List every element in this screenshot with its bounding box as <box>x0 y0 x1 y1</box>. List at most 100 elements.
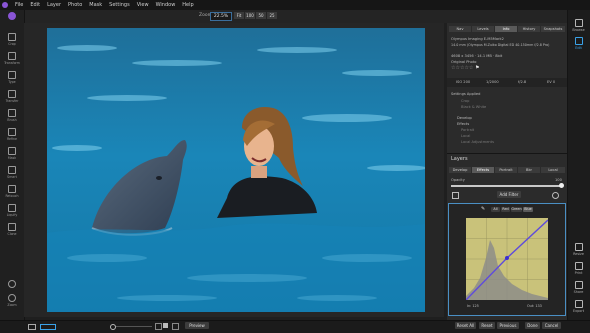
menu-photo[interactable]: Photo <box>68 2 82 8</box>
previous-button[interactable]: Previous <box>497 322 519 329</box>
exif-bar: ISO 200 1/2000 f/2.8 EV 0 <box>447 78 567 87</box>
zoom-slider-handle[interactable] <box>110 324 116 330</box>
channel-all[interactable]: All <box>491 207 500 212</box>
camera-model: Olympus Imaging E-M5Mark2 <box>451 37 504 41</box>
menu-layer[interactable]: Layer <box>47 2 61 8</box>
tool-refine[interactable]: Refine <box>0 128 24 141</box>
brush-icon <box>8 109 16 117</box>
app-switch[interactable] <box>0 12 24 20</box>
tool-mask[interactable]: Mask <box>0 147 24 160</box>
menu-help[interactable]: Help <box>182 2 193 8</box>
module-browse[interactable]: Browse <box>567 19 590 32</box>
zoom-25-button[interactable]: 25 <box>267 12 277 19</box>
settings-applied-header[interactable]: Settings Applied <box>451 92 480 96</box>
zoom-icon <box>8 294 16 302</box>
tool-transform[interactable]: Transform <box>0 52 24 65</box>
smart-icon <box>8 166 16 174</box>
tab-portrait[interactable]: Portrait <box>495 167 517 173</box>
menu-settings[interactable]: Settings <box>109 2 130 8</box>
settings-item-effects[interactable]: Effects <box>457 122 469 126</box>
retouch-icon <box>8 185 16 193</box>
settings-item-portrait: Portrait <box>461 128 475 132</box>
type-icon <box>8 71 16 79</box>
mask-icon <box>8 147 16 155</box>
camera-icon[interactable] <box>452 192 459 199</box>
menu-window[interactable]: Window <box>156 2 176 8</box>
tab-develop[interactable]: Develop <box>449 167 471 173</box>
info-tabs: Nav Levels Info History Snapshots <box>449 26 566 32</box>
photo-canvas[interactable] <box>47 28 425 312</box>
reset-button[interactable]: Reset <box>479 322 495 329</box>
tab-effects[interactable]: Effects <box>472 167 494 173</box>
settings-item-develop[interactable]: Develop <box>457 116 472 120</box>
tool-smart[interactable]: Smart <box>0 166 24 179</box>
tab-snapshots[interactable]: Snapshots <box>541 26 565 32</box>
single-view-icon[interactable] <box>28 324 36 330</box>
edit-icon <box>574 37 583 45</box>
crop-view-icon[interactable] <box>172 323 179 330</box>
clone-icon <box>8 223 16 231</box>
app-logo-icon <box>2 2 8 8</box>
tool-hand[interactable] <box>0 280 24 288</box>
zoom-50-button[interactable]: 50 <box>256 12 266 19</box>
tool-retouch[interactable]: Retouch <box>0 185 24 198</box>
tool-brush[interactable]: Brush <box>0 109 24 122</box>
module-share[interactable]: Share <box>567 281 590 294</box>
eyedropper-icon[interactable]: ✎ <box>481 207 485 212</box>
menu-edit[interactable]: Edit <box>30 2 40 8</box>
tool-liquify[interactable]: Liquify <box>0 204 24 217</box>
star-rating[interactable]: ☆☆☆☆☆ ⚑ <box>451 65 480 71</box>
curve-in-value: In: 125 <box>467 304 479 308</box>
compare-view-icon[interactable] <box>40 324 56 330</box>
tab-info[interactable]: Info <box>495 26 517 32</box>
layers-title: Layers <box>451 156 468 162</box>
zoom-100-button[interactable]: 100 <box>245 12 255 19</box>
preview-button[interactable]: Preview <box>185 322 209 329</box>
curve-graph[interactable] <box>466 218 548 300</box>
zoom-fit-button[interactable]: Fit <box>234 12 244 19</box>
liquify-icon <box>8 204 16 212</box>
lens-info: 14.0 mm (Olympus M.Zuiko Digital ED 40-1… <box>451 43 550 47</box>
opacity-slider-handle[interactable] <box>559 183 564 188</box>
tab-history[interactable]: History <box>518 26 540 32</box>
tab-bkr[interactable]: Bkr <box>518 167 540 173</box>
photo-image <box>47 28 425 312</box>
refine-icon <box>8 128 16 136</box>
zoom-slider[interactable] <box>116 326 152 327</box>
tool-clone[interactable]: Clone <box>0 223 24 236</box>
tab-levels[interactable]: Levels <box>472 26 494 32</box>
module-print[interactable]: Print <box>567 262 590 275</box>
menu-file[interactable]: File <box>15 2 23 8</box>
top-toolbar <box>0 10 590 23</box>
tab-nav[interactable]: Nav <box>449 26 471 32</box>
menu-mask[interactable]: Mask <box>89 2 102 8</box>
done-button[interactable]: Done <box>525 322 540 329</box>
star-icon[interactable]: ☆☆☆☆☆ <box>451 65 473 71</box>
module-resize[interactable]: Resize <box>567 243 590 256</box>
curves-filter: ✎ All Red Green Blue In: 125 Out: 133 <box>448 203 566 316</box>
menu-view[interactable]: View <box>137 2 149 8</box>
add-filter-button[interactable]: Add Filter <box>497 191 521 198</box>
app-icon <box>8 12 16 20</box>
zoom-select[interactable]: 22.5% <box>210 12 232 21</box>
opacity-slider[interactable] <box>451 185 561 187</box>
tool-type[interactable]: Type <box>0 71 24 84</box>
channel-blue[interactable]: Blue <box>523 207 533 212</box>
channel-green[interactable]: Green <box>511 207 522 212</box>
cancel-button[interactable]: Cancel <box>542 322 561 329</box>
channel-red[interactable]: Red <box>501 207 510 212</box>
settings-gear-icon[interactable] <box>552 192 559 199</box>
module-edit[interactable]: Edit <box>567 37 590 50</box>
transfer-icon <box>8 90 16 98</box>
module-export[interactable]: Export <box>567 300 590 313</box>
original-label: Original Photo <box>451 60 477 64</box>
tool-zoom[interactable]: Zoom <box>0 294 24 307</box>
curve-out-value: Out: 133 <box>527 304 542 308</box>
flag-icon[interactable]: ⚑ <box>475 65 479 71</box>
overlay-icon[interactable] <box>163 323 168 328</box>
mask-view-icon[interactable] <box>155 323 162 330</box>
tab-local[interactable]: Local <box>541 167 565 173</box>
tool-transfer[interactable]: Transfer <box>0 90 24 103</box>
tool-crop[interactable]: Crop <box>0 33 24 46</box>
reset-all-button[interactable]: Reset All <box>455 322 476 329</box>
